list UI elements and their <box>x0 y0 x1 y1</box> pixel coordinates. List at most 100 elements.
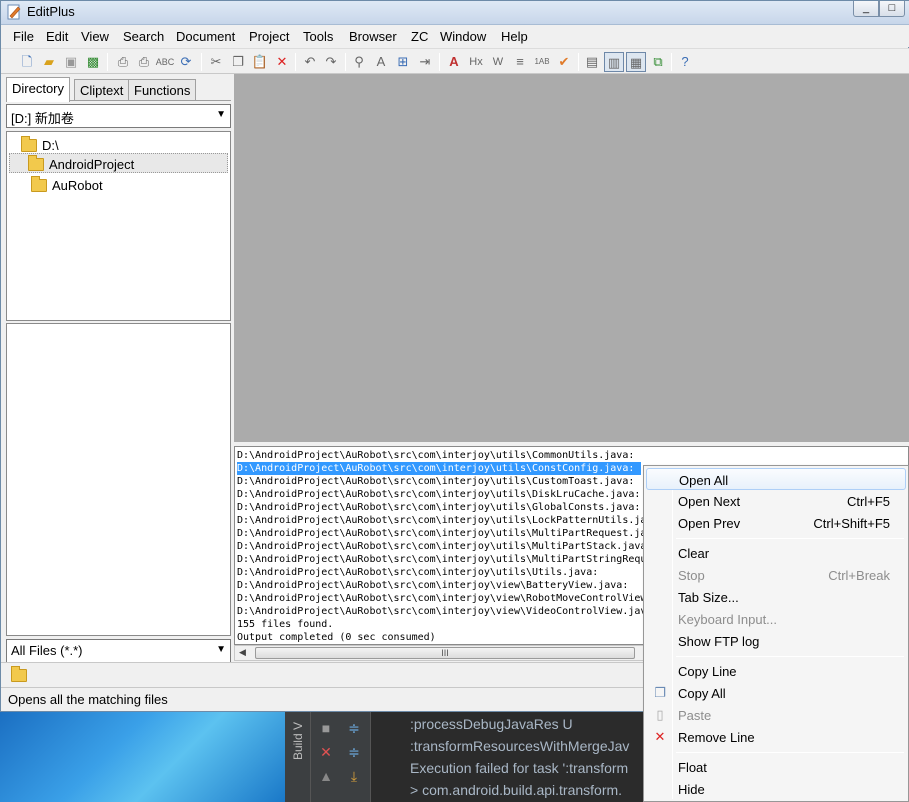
menu-item-stop[interactable]: Stop Ctrl+Break <box>646 564 906 586</box>
ide-build-tab-label[interactable]: Build V <box>291 722 305 760</box>
drive-select[interactable]: [D:] 新加卷 ▼ <box>6 104 231 128</box>
find-icon[interactable]: ⚲ <box>349 52 369 72</box>
menu-item-copy-all[interactable]: ❐ Copy All <box>646 682 906 704</box>
menu-item-float[interactable]: Float <box>646 756 906 778</box>
save-all-icon[interactable]: ▩ <box>83 52 103 72</box>
print-icon[interactable]: ⎙ <box>134 52 154 72</box>
menu-item-keyboard-input[interactable]: Keyboard Input... <box>646 608 906 630</box>
menu-document[interactable]: Document <box>176 29 235 44</box>
output-line[interactable]: D:\AndroidProject\AuRobot\src\com\interj… <box>237 514 646 527</box>
toolbar-separator <box>345 53 346 71</box>
spell-check-icon[interactable]: ABC <box>155 52 175 72</box>
folder-icon[interactable] <box>11 666 27 682</box>
menu-search[interactable]: Search <box>123 29 164 44</box>
menu-item-paste[interactable]: ▯ Paste <box>646 704 906 726</box>
expand-icon[interactable]: ≑ <box>345 720 363 736</box>
spell-icon[interactable]: ✔ <box>554 52 574 72</box>
replace-icon[interactable]: A <box>371 52 391 72</box>
tree-item-androidproject[interactable]: AndroidProject <box>9 153 228 173</box>
scrollbar-thumb[interactable]: III <box>255 647 635 659</box>
menu-file[interactable]: File <box>13 29 34 44</box>
tab-directory[interactable]: Directory <box>6 77 71 102</box>
tab-functions[interactable]: Functions <box>128 79 197 101</box>
copy-icon[interactable]: ❐ <box>228 52 248 72</box>
menu-item-show-ftp-log[interactable]: Show FTP log <box>646 630 906 652</box>
editor-area[interactable] <box>234 74 909 442</box>
menu-help[interactable]: Help <box>501 29 528 44</box>
menu-item-tab-size[interactable]: Tab Size... <box>646 586 906 608</box>
stop-icon[interactable]: ■ <box>317 720 335 736</box>
file-filter-select[interactable]: All Files (*.*) ▼ <box>6 639 231 663</box>
browser-preview-icon[interactable]: ⟳ <box>176 52 196 72</box>
menu-project[interactable]: Project <box>249 29 289 44</box>
menu-view[interactable]: View <box>81 29 109 44</box>
tree-item-drive[interactable]: D:\ <box>21 135 59 155</box>
output-line[interactable]: D:\AndroidProject\AuRobot\src\com\interj… <box>237 540 646 553</box>
menu-window[interactable]: Window <box>440 29 486 44</box>
output-line[interactable]: D:\AndroidProject\AuRobot\src\com\interj… <box>237 579 628 592</box>
find-in-files-icon[interactable]: ⊞ <box>393 52 413 72</box>
menu-item-open-all[interactable]: Open All <box>646 468 906 490</box>
delete-icon[interactable]: ✕ <box>272 52 292 72</box>
paste-icon: ▯ <box>656 707 664 722</box>
up-arrow-icon[interactable]: ▲ <box>317 768 335 784</box>
menu-item-copy-line[interactable]: Copy Line <box>646 660 906 682</box>
new-file-icon[interactable]: 🗋 <box>17 52 37 72</box>
output-line[interactable]: D:\AndroidProject\AuRobot\src\com\interj… <box>237 592 646 605</box>
console-line: > com.android.build.api.transform. <box>410 782 623 798</box>
indent-icon[interactable]: ≡ <box>510 52 530 72</box>
undo-icon[interactable]: ↶ <box>300 52 320 72</box>
menu-item-remove-line[interactable]: ✕ Remove Line <box>646 726 906 748</box>
chevron-down-icon: ▼ <box>216 109 226 120</box>
output-line[interactable]: D:\AndroidProject\AuRobot\src\com\interj… <box>237 475 634 488</box>
line-number-icon[interactable]: 1AB <box>532 52 552 72</box>
cliptext-window-icon[interactable]: ▥ <box>604 52 624 72</box>
redo-icon[interactable]: ↷ <box>321 52 341 72</box>
menu-browser[interactable]: Browser <box>349 29 397 44</box>
menu-item-clear[interactable]: Clear <box>646 542 906 564</box>
ide-build-toolbar: ■ ≑ ✕ ≑ ▲ ⤓ <box>311 712 371 802</box>
font-icon[interactable]: A <box>444 52 464 72</box>
menu-edit[interactable]: Edit <box>46 29 68 44</box>
output-line[interactable]: D:\AndroidProject\AuRobot\src\com\interj… <box>237 527 646 540</box>
output-status[interactable]: Output completed (0 sec consumed) <box>237 631 436 644</box>
menu-item-hide[interactable]: Hide <box>646 778 906 800</box>
output-line[interactable]: D:\AndroidProject\AuRobot\src\com\interj… <box>237 553 646 566</box>
output-summary[interactable]: 155 files found. <box>237 618 333 631</box>
help-icon[interactable]: ? <box>675 52 695 72</box>
fullscreen-icon[interactable]: ⧉ <box>648 52 668 72</box>
file-list[interactable] <box>6 323 231 636</box>
title-bar[interactable]: EditPlus _ □ <box>1 1 909 25</box>
output-line[interactable]: D:\AndroidProject\AuRobot\src\com\interj… <box>237 488 640 501</box>
collapse-icon[interactable]: ≑ <box>345 744 363 760</box>
menu-item-open-prev[interactable]: Open Prev Ctrl+Shift+F5 <box>646 512 906 534</box>
heading-icon[interactable]: Hx <box>466 52 486 72</box>
menu-item-label: Open Prev <box>678 516 741 531</box>
maximize-button[interactable]: □ <box>879 1 905 17</box>
word-wrap-icon[interactable]: W <box>488 52 508 72</box>
tab-cliptext[interactable]: Cliptext <box>74 79 130 101</box>
save-icon[interactable]: ▣ <box>61 52 81 72</box>
close-icon[interactable]: ✕ <box>317 744 335 760</box>
menu-tools[interactable]: Tools <box>303 29 333 44</box>
paste-icon[interactable]: 📋 <box>250 52 270 72</box>
output-line[interactable]: D:\AndroidProject\AuRobot\src\com\interj… <box>237 501 640 514</box>
tree-item-aurobot[interactable]: AuRobot <box>31 175 103 195</box>
drive-select-value: [D:] 新加卷 <box>11 111 74 126</box>
menu-item-open-next[interactable]: Open Next Ctrl+F5 <box>646 490 906 512</box>
directory-window-icon[interactable]: ▤ <box>582 52 602 72</box>
menu-item-label: Copy Line <box>678 664 737 679</box>
output-line-selected[interactable]: D:\AndroidProject\AuRobot\src\com\interj… <box>237 462 641 475</box>
output-window-icon[interactable]: ▦ <box>626 52 646 72</box>
output-line[interactable]: D:\AndroidProject\AuRobot\src\com\interj… <box>237 566 598 579</box>
output-line[interactable]: D:\AndroidProject\AuRobot\src\com\interj… <box>237 449 634 462</box>
download-icon[interactable]: ⤓ <box>345 768 363 784</box>
print-preview-icon[interactable]: ⎙ <box>113 52 133 72</box>
cut-icon[interactable]: ✂ <box>206 52 226 72</box>
output-line[interactable]: D:\AndroidProject\AuRobot\src\com\interj… <box>237 605 646 618</box>
minimize-button[interactable]: _ <box>853 1 879 17</box>
goto-icon[interactable]: ⇥ <box>415 52 435 72</box>
scroll-left-icon[interactable]: ◀ <box>239 647 246 658</box>
open-icon[interactable]: ▰ <box>39 52 59 72</box>
menu-zc[interactable]: ZC <box>411 29 428 44</box>
